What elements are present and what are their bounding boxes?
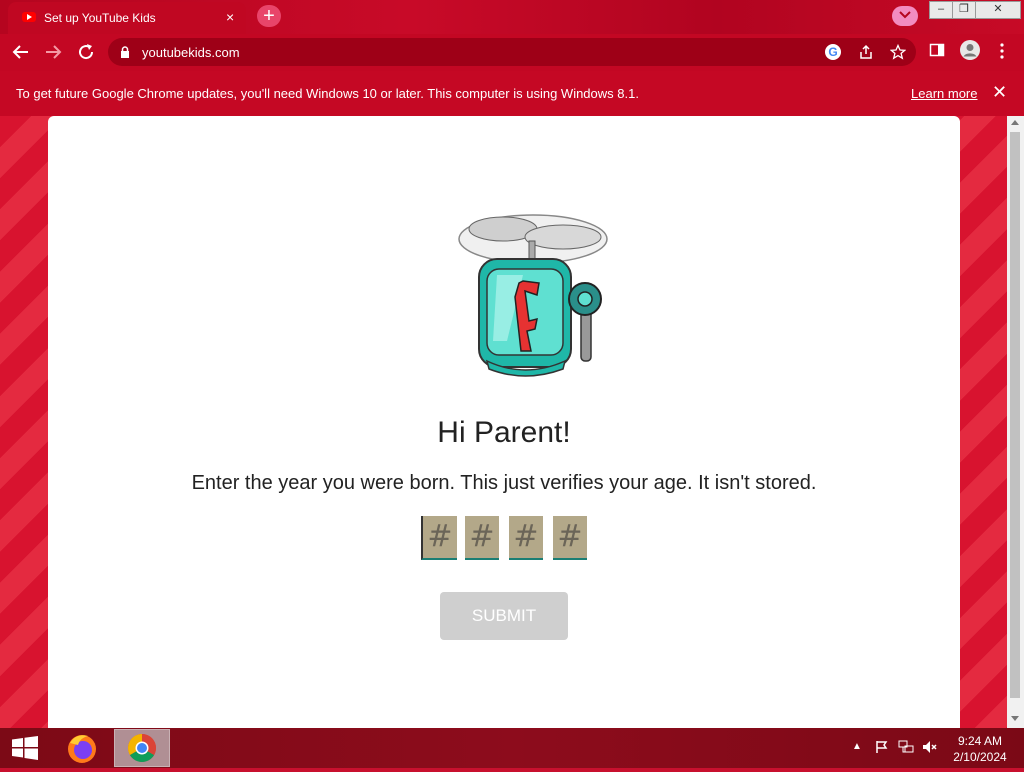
tab-close-icon[interactable]: × xyxy=(226,9,234,25)
action-center-flag-icon[interactable] xyxy=(875,740,889,754)
new-tab-button[interactable]: + xyxy=(257,5,281,27)
infobar-message: To get future Google Chrome updates, you… xyxy=(16,86,639,101)
chevron-down-icon xyxy=(899,11,911,19)
forward-icon[interactable] xyxy=(43,42,63,62)
taskbar-chrome-button[interactable] xyxy=(114,729,170,767)
tab-search-button[interactable] xyxy=(892,6,918,26)
year-digit-1-field[interactable]: # xyxy=(421,516,457,560)
url-text[interactable]: youtubekids.com xyxy=(142,45,240,60)
tab-title: Set up YouTube Kids xyxy=(44,11,156,25)
share-icon[interactable] xyxy=(858,44,874,60)
browser-tab[interactable]: Set up YouTube Kids × xyxy=(8,2,246,34)
windows-taskbar: ▲ 9:24 AM 2/10/2024 xyxy=(0,728,1024,768)
windows-start-icon[interactable] xyxy=(12,736,38,760)
google-icon[interactable]: G xyxy=(825,44,841,60)
sidepanel-icon[interactable] xyxy=(929,42,945,58)
address-bar[interactable]: youtubekids.com G xyxy=(108,38,916,66)
birth-year-input: # # # # xyxy=(421,516,621,560)
youtube-kids-favicon-icon xyxy=(22,12,36,22)
year-digit-3-field[interactable]: # xyxy=(509,516,543,560)
window-maximize-button[interactable]: ❐ xyxy=(952,1,976,19)
scroll-down-arrow-icon[interactable] xyxy=(1011,716,1019,721)
tab-strip: Set up YouTube Kids × + – ❐ ✕ xyxy=(0,0,1024,34)
profile-icon[interactable] xyxy=(959,39,981,61)
clock-time: 9:24 AM xyxy=(957,734,1003,748)
chrome-icon xyxy=(128,734,156,762)
lock-icon[interactable] xyxy=(120,46,130,58)
submit-button[interactable]: SUBMIT xyxy=(440,592,568,640)
scroll-up-arrow-icon[interactable] xyxy=(1011,120,1019,125)
taskbar-firefox-button[interactable] xyxy=(54,729,110,767)
scroll-thumb[interactable] xyxy=(1010,132,1020,698)
menu-icon[interactable] xyxy=(998,42,1006,60)
infobar-close-icon[interactable]: ✕ xyxy=(992,82,1007,103)
age-instructions: Enter the year you were born. This just … xyxy=(191,472,817,494)
year-digit-4-field[interactable]: # xyxy=(553,516,587,560)
window-close-button[interactable]: ✕ xyxy=(975,1,1021,19)
clock-date: 2/10/2024 xyxy=(953,750,1007,764)
back-icon[interactable] xyxy=(11,42,31,62)
taskbar-clock[interactable]: 9:24 AM 2/10/2024 xyxy=(948,733,1012,765)
update-infobar: To get future Google Chrome updates, you… xyxy=(0,71,1024,116)
window-minimize-button[interactable]: – xyxy=(929,1,953,19)
browser-toolbar: youtubekids.com G xyxy=(0,34,1024,71)
learn-more-link[interactable]: Learn more xyxy=(911,86,977,101)
volume-muted-icon[interactable] xyxy=(922,740,938,754)
reload-icon[interactable] xyxy=(76,42,96,62)
firefox-icon xyxy=(68,735,96,763)
key-helicopter-illustration xyxy=(458,214,608,377)
page-scrollbar[interactable] xyxy=(1007,116,1024,728)
parent-gate-card: Hi Parent! Enter the year you were born.… xyxy=(48,116,960,728)
bookmark-star-icon[interactable] xyxy=(890,44,906,60)
tray-expand-icon[interactable]: ▲ xyxy=(852,741,862,752)
year-digit-2-field[interactable]: # xyxy=(465,516,499,560)
page-title: Hi Parent! xyxy=(437,416,571,449)
network-icon[interactable] xyxy=(898,740,914,754)
page-viewport: Hi Parent! Enter the year you were born.… xyxy=(0,116,1007,728)
